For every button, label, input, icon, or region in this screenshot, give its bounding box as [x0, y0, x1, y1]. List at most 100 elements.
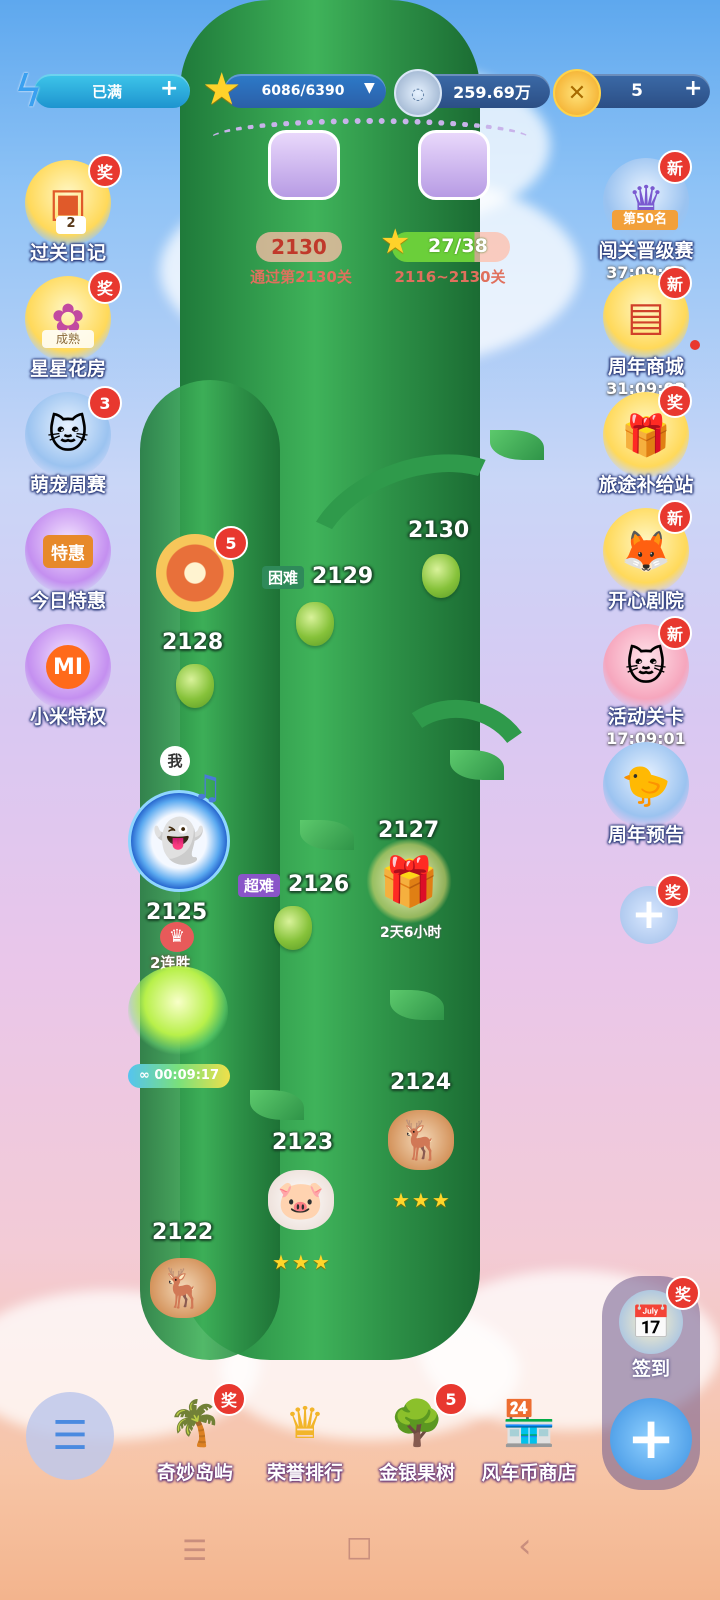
level-promotion-race-button[interactable]: ♛ 第50名 闯关晋级赛 37:09:02 新: [596, 150, 696, 282]
lock-icon: [418, 130, 490, 200]
pig-cow-icon[interactable]: 🐷: [268, 1170, 334, 1230]
happy-theater-label: 开心剧院: [607, 590, 684, 612]
sign-in-button[interactable]: 📅 签到 奖: [610, 1276, 700, 1381]
reward-badge: 奖: [658, 384, 692, 418]
level-2130-node[interactable]: [422, 554, 460, 598]
wonder-island-label: 奇妙岛屿: [156, 1462, 233, 1484]
level-2126-node[interactable]: [274, 906, 312, 950]
add-feature-button[interactable]: + 奖: [620, 874, 690, 944]
anniversary-shop-button[interactable]: ▤ 周年商城 31:09:02 新: [596, 266, 700, 398]
count-badge: 5: [434, 1382, 468, 1416]
me-marker: 我: [160, 746, 190, 776]
megaphone-chick-icon: 🐤: [603, 742, 689, 828]
lock-left-value: 2130: [256, 232, 342, 262]
notification-dot: [690, 340, 700, 350]
gold-value: 5: [631, 81, 643, 101]
silver-coin-icon: ◌: [394, 69, 442, 117]
list-icon: ☰: [52, 1413, 88, 1459]
gold-coin-icon: ✕: [553, 69, 601, 117]
lock-right-caption: 2116~2130关: [394, 268, 506, 286]
sign-in-label: 签到: [631, 1358, 670, 1380]
level-diary-label: 过关日记: [29, 242, 106, 264]
store-icon: 🏪: [501, 1398, 557, 1449]
flower-house-sub: 成熟: [42, 330, 94, 348]
travel-supply-station-label: 旅途补给站: [598, 474, 694, 496]
system-back-button[interactable]: ‹: [518, 1526, 532, 1566]
anniversary-preview-label: 周年预告: [607, 824, 684, 846]
level-2128-node[interactable]: [176, 664, 214, 708]
level-2125-timer-text: 00:09:17: [154, 1068, 220, 1083]
travel-supply-station-button[interactable]: 🎁 旅途补给站 奖: [596, 384, 696, 502]
xiaomi-logo-text: MI: [46, 645, 90, 689]
lock-right-value: 27/38: [428, 235, 488, 257]
gold-silver-tree-label: 金银果树: [378, 1462, 455, 1484]
windmill-coin-shop-label: 风车币商店: [481, 1462, 577, 1484]
level-2122-number: 2122: [152, 1220, 214, 1245]
lock-icon: [268, 130, 340, 200]
expand-plus-button[interactable]: +: [610, 1398, 692, 1480]
lock-left-caption: 通过第2130关: [250, 268, 352, 286]
level-2124-stars: ★★★: [392, 1188, 452, 1212]
gold-plus-button[interactable]: +: [684, 76, 702, 101]
star-flower-house-label: 星星花房: [29, 358, 106, 380]
event-level-button[interactable]: 🐱 活动关卡 17:09:01 新: [596, 616, 696, 748]
reward-badge: 奖: [88, 154, 122, 188]
level-2129-node[interactable]: [296, 602, 334, 646]
pet-weekly-match-button[interactable]: 🐱 萌宠周赛 3: [18, 386, 122, 502]
level-promotion-race-label: 闯关晋级赛: [598, 240, 694, 262]
gold-silver-tree-button[interactable]: 🌳 金银果树 5: [362, 1382, 472, 1485]
anniversary-shop-label: 周年商城: [607, 356, 684, 378]
daily-deal-inner: 特惠: [43, 534, 93, 568]
happy-theater-button[interactable]: 🦊 开心剧院 新: [596, 500, 696, 618]
shop-icon: 特惠: [25, 508, 111, 594]
xiaomi-logo-icon: MI: [25, 624, 111, 710]
honor-ranking-label: 荣誉排行: [266, 1462, 343, 1484]
lightning-icon: ϟ: [14, 66, 44, 117]
gift-box-icon[interactable]: 🎁: [366, 838, 452, 924]
level-2123-stars: ★★★: [272, 1250, 332, 1274]
level-2130-number: 2130: [408, 518, 470, 543]
event-level-label: 活动关卡: [607, 706, 684, 728]
plus-icon: +: [626, 1404, 676, 1472]
crown-icon: ♛: [160, 922, 194, 952]
chevron-down-icon[interactable]: ▼: [364, 80, 375, 96]
daily-deal-label: 今日特惠: [29, 590, 106, 612]
reward-badge: 奖: [666, 1276, 700, 1310]
energy-plus-button[interactable]: +: [160, 76, 178, 101]
level-diary-button[interactable]: ▣ 2 过关日记 奖: [18, 154, 122, 270]
xiaomi-privilege-button[interactable]: MI 小米特权: [18, 624, 118, 734]
anniversary-preview-button[interactable]: 🐤 周年预告: [596, 742, 696, 852]
daily-deal-button[interactable]: 特惠 今日特惠: [18, 508, 118, 618]
star-flower-house-button[interactable]: ✿ 成熟 星星花房 奖: [18, 270, 122, 386]
level-2128-number: 2128: [162, 630, 224, 655]
xiaomi-privilege-label: 小米特权: [29, 706, 106, 728]
count-badge: 5: [214, 526, 248, 560]
new-badge: 新: [658, 616, 692, 650]
energy-value: 已满: [91, 82, 122, 101]
count-badge: 3: [88, 386, 122, 420]
deer-icon[interactable]: 🦌: [150, 1258, 216, 1318]
level-2125-timer: ∞ 00:09:17: [128, 1064, 230, 1088]
honor-ranking-button[interactable]: ♛ 荣誉排行: [250, 1388, 360, 1485]
level-2123-number: 2123: [272, 1130, 334, 1155]
level-2125-node[interactable]: [128, 966, 228, 1056]
level-2129-difficulty-tag: 困难: [262, 566, 305, 589]
infinity-icon: ∞: [138, 1068, 150, 1083]
system-menu-button[interactable]: ☰: [182, 1534, 207, 1567]
windmill-coin-shop-button[interactable]: 🏪 风车币商店: [474, 1388, 584, 1485]
system-home-button[interactable]: □: [346, 1530, 372, 1563]
star-icon: ★: [380, 222, 411, 262]
reward-badge: 奖: [656, 874, 690, 908]
stars-value: 6086/6390: [261, 83, 345, 99]
rank-tag: 第50名: [612, 210, 678, 230]
silver-coins-value: 259.69万: [453, 83, 531, 102]
reward-badge: 奖: [212, 1382, 246, 1416]
level-2126-difficulty-tag: 超难: [238, 874, 281, 897]
star-icon: ★: [202, 64, 242, 115]
new-badge: 新: [658, 266, 692, 300]
menu-list-button[interactable]: ☰: [26, 1392, 114, 1480]
deer-icon[interactable]: 🦌: [388, 1110, 454, 1170]
new-badge: 新: [658, 150, 692, 184]
wonder-island-button[interactable]: 🌴 奇妙岛屿 奖: [140, 1382, 250, 1485]
level-2126-number: 2126: [288, 872, 350, 897]
